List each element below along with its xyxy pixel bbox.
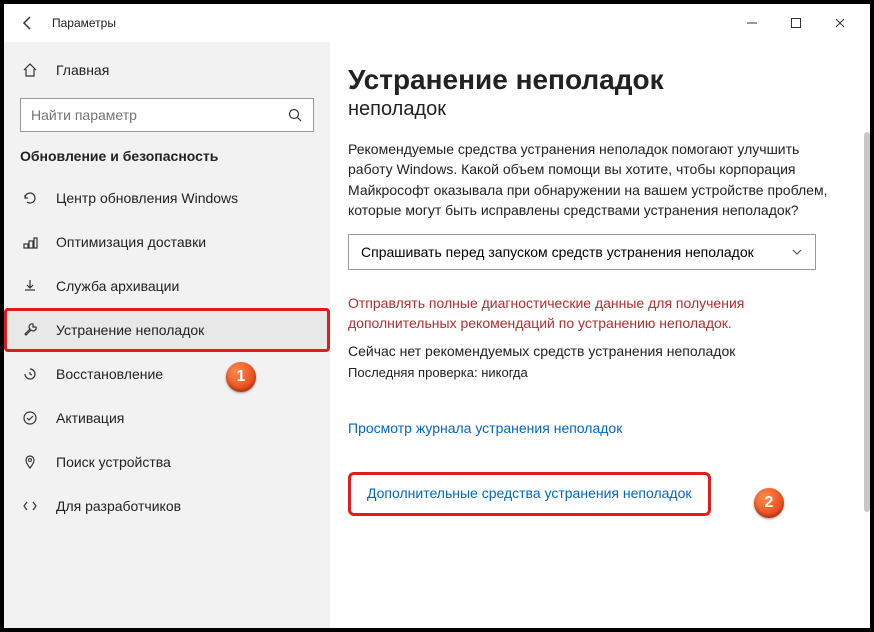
minimize-icon xyxy=(746,17,758,29)
minimize-button[interactable] xyxy=(742,13,762,33)
search-icon xyxy=(287,107,303,123)
search-box[interactable] xyxy=(20,98,314,132)
back-button[interactable] xyxy=(12,7,44,39)
titlebar: Параметры xyxy=(4,4,870,42)
scrollbar[interactable] xyxy=(864,132,870,512)
search-input[interactable] xyxy=(31,107,287,123)
nav-developers[interactable]: Для разработчиков xyxy=(4,484,330,528)
nav-label: Для разработчиков xyxy=(56,498,181,514)
nav-list: Центр обновления Windows Оптимизация дос… xyxy=(4,176,330,528)
nav-label: Активация xyxy=(56,410,124,426)
code-icon xyxy=(20,498,40,514)
location-icon xyxy=(20,454,40,470)
description-text: Рекомендуемые средства устранения непола… xyxy=(348,139,828,220)
maximize-icon xyxy=(790,17,802,29)
no-recommendations-text: Сейчас нет рекомендуемых средств устране… xyxy=(348,343,850,359)
warning-text: Отправлять полные диагностические данные… xyxy=(348,294,828,333)
arrow-left-icon xyxy=(20,15,36,31)
nav-label: Оптимизация доставки xyxy=(56,234,206,250)
nav-activation[interactable]: Активация xyxy=(4,396,330,440)
nav-label: Центр обновления Windows xyxy=(56,190,238,206)
window-body: Главная Обновление и безопасность Центр … xyxy=(4,42,870,628)
nav-label: Служба архивации xyxy=(56,278,179,294)
refresh-icon xyxy=(20,190,40,206)
delivery-icon xyxy=(20,234,40,250)
wrench-icon xyxy=(20,322,40,338)
more-tools-link[interactable]: Дополнительные средства устранения непол… xyxy=(367,485,692,501)
history-link[interactable]: Просмотр журнала устранения неполадок xyxy=(348,420,622,436)
chevron-down-icon xyxy=(791,246,803,258)
window-title: Параметры xyxy=(52,16,116,30)
settings-window: Параметры Главная Обновление и безопасно… xyxy=(0,0,874,632)
mode-dropdown[interactable]: Спрашивать перед запуском средств устран… xyxy=(348,234,816,270)
nav-backup[interactable]: Служба архивации xyxy=(4,264,330,308)
close-button[interactable] xyxy=(830,13,850,33)
nav-delivery-optimization[interactable]: Оптимизация доставки xyxy=(4,220,330,264)
nav-label: Восстановление xyxy=(56,366,163,382)
nav-recovery[interactable]: Восстановление xyxy=(4,352,330,396)
nav-troubleshoot[interactable]: Устранение неполадок xyxy=(4,308,330,352)
annotation-badge-1: 1 xyxy=(226,362,256,392)
dropdown-value: Спрашивать перед запуском средств устран… xyxy=(361,244,791,260)
nav-find-device[interactable]: Поиск устройства xyxy=(4,440,330,484)
close-icon xyxy=(834,17,846,29)
page-subheading: неполадок xyxy=(348,98,850,121)
maximize-button[interactable] xyxy=(786,13,806,33)
home-icon xyxy=(20,62,40,78)
last-check-text: Последняя проверка: никогда xyxy=(348,365,850,380)
home-link[interactable]: Главная xyxy=(4,50,330,90)
nav-label: Поиск устройства xyxy=(56,454,171,470)
sidebar: Главная Обновление и безопасность Центр … xyxy=(4,42,330,628)
nav-label: Устранение неполадок xyxy=(56,322,204,338)
more-tools-highlight: Дополнительные средства устранения непол… xyxy=(348,472,711,516)
page-heading: Устранение неполадок xyxy=(348,64,850,96)
nav-windows-update[interactable]: Центр обновления Windows xyxy=(4,176,330,220)
check-circle-icon xyxy=(20,410,40,426)
recovery-icon xyxy=(20,366,40,382)
annotation-badge-2: 2 xyxy=(754,488,784,518)
category-title: Обновление и безопасность xyxy=(4,148,330,176)
backup-icon xyxy=(20,278,40,294)
home-label: Главная xyxy=(56,62,109,78)
window-controls xyxy=(742,13,862,33)
main-content: Устранение неполадок неполадок Рекоменду… xyxy=(330,42,870,628)
